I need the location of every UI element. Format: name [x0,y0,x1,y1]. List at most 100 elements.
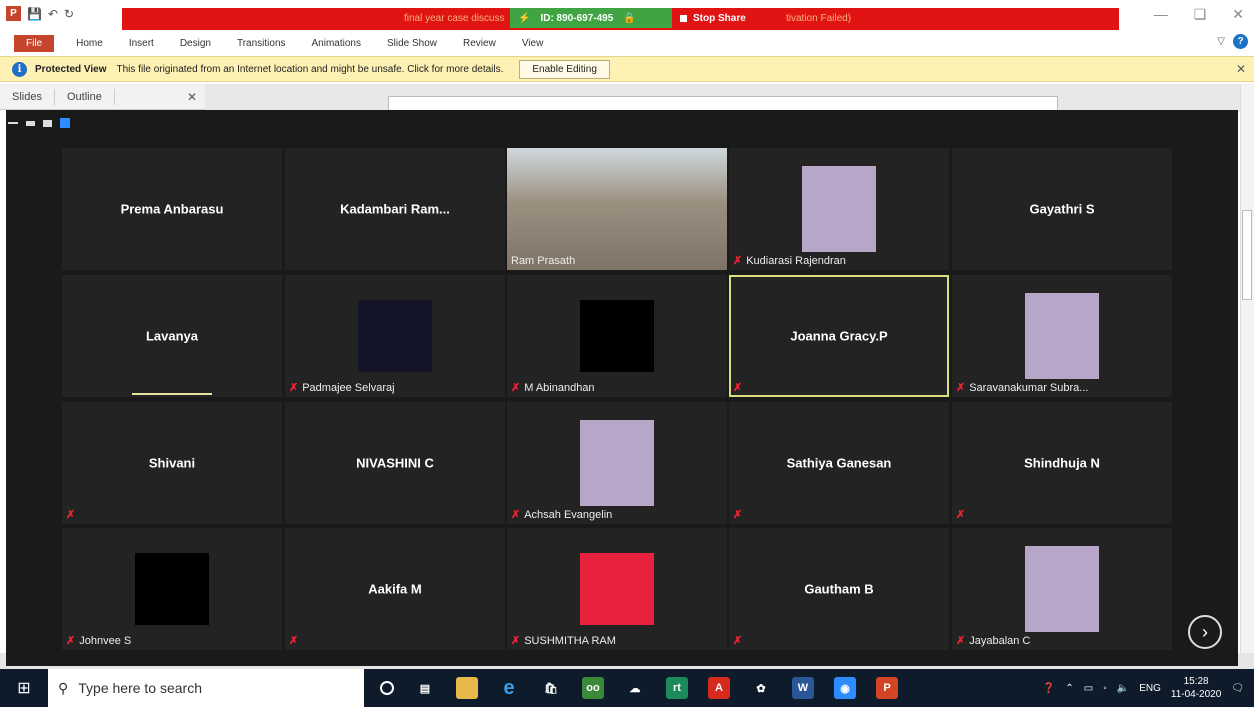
close-bar-icon[interactable]: ✕ [1236,62,1246,76]
edge-icon[interactable]: e [498,677,520,699]
powerpoint-taskbar-icon[interactable]: P [876,677,898,699]
system-tray: ❓ ⌃ ▭ ◦ 🔈 ENG 15:28 11-04-2020 🗨 [1043,669,1244,707]
muted-mic-icon: ✗ [956,382,966,394]
participant-tile[interactable]: ✗ Saravanakumar Subra... [952,275,1172,397]
help-tray-icon[interactable]: ❓ [1043,683,1055,694]
vertical-scrollbar[interactable] [1240,84,1254,654]
participant-tile[interactable]: Joanna Gracy.P ✗ [729,275,949,397]
participant-tile[interactable]: ✗ Achsah Evangelin [507,402,727,524]
search-placeholder: Type here to search [78,680,203,696]
tab-animations[interactable]: Animations [312,38,361,49]
tab-home[interactable]: Home [76,38,103,49]
title-bar: P 💾 ↶ ↻ final year case discuss tivation… [0,0,1254,30]
undo-icon[interactable]: ↶ [48,7,58,21]
language-indicator[interactable]: ENG [1139,683,1161,694]
participant-tile[interactable]: NIVASHINI C [285,402,505,524]
restore-icon[interactable]: ❏ [1194,6,1207,23]
clock-date: 11-04-2020 [1170,689,1222,700]
taskbar-apps: ▤ e 🛍 oo ☁ rt A ✿ W ◉ P [380,677,898,699]
muted-mic-icon: ✗ [511,382,521,394]
store-icon[interactable]: 🛍 [540,677,562,699]
tab-transitions[interactable]: Transitions [237,38,286,49]
participant-tile[interactable]: Sathiya Ganesan ✗ [729,402,949,524]
participant-tile[interactable]: ✗ M Abinandhan [507,275,727,397]
taskbar-search-box[interactable]: ⚲ Type here to search [48,669,364,707]
participant-tile[interactable]: ✗ Padmajee Selvaraj [285,275,505,397]
task-view-icon[interactable]: ▤ [414,677,436,699]
stop-share-button[interactable]: Stop Share [672,8,754,28]
participant-name: Sathiya Ganesan [786,455,892,471]
participant-name: Lavanya [145,328,199,344]
notifications-icon[interactable]: 🗨 [1231,683,1244,694]
collapse-ribbon-icon[interactable]: ▽ [1217,36,1225,47]
speaker-view-icon[interactable] [43,119,52,127]
muted-mic-icon: ✗ [733,255,743,267]
profile-picture [1025,293,1099,379]
tripadvisor-icon[interactable]: oo [582,677,604,699]
participant-tile[interactable]: Gayathri S [952,148,1172,270]
meeting-id: ID: 890-697-495 [540,12,614,24]
clock-time: 15:28 [1183,676,1209,687]
tab-outline[interactable]: Outline [55,88,115,105]
profile-picture [580,300,654,372]
stop-share-label: Stop Share [693,12,746,24]
acrobat-icon[interactable]: A [708,677,730,699]
strip-view-icon[interactable] [26,120,35,126]
participant-tile[interactable]: ✗ Jayabalan C [952,528,1172,650]
participant-tile[interactable]: Prema Anbarasu [62,148,282,270]
zoom-icon[interactable]: ◉ [834,677,856,699]
protected-view-bar: i Protected View This file originated fr… [0,56,1254,82]
participant-tile[interactable]: Kadambari Ram... [285,148,505,270]
participant-name: NIVASHINI C [356,455,434,471]
participant-tile[interactable]: Shindhuja N ✗ [952,402,1172,524]
file-explorer-icon[interactable] [456,677,478,699]
speaker-icon[interactable]: 🔈 [1117,683,1129,694]
participant-tile[interactable]: ✗ Johnvee S [62,528,282,650]
close-pane-icon[interactable]: ✕ [187,90,197,104]
profile-picture [135,553,209,625]
participant-tile[interactable]: Shivani ✗ [62,402,282,524]
scrollbar-thumb[interactable] [1242,210,1252,300]
tab-view[interactable]: View [522,38,544,49]
participant-label-text: M Abinandhan [524,381,595,394]
meeting-id-badge: ⚡ ID: 890-697-495 🔒 [510,8,672,28]
tab-review[interactable]: Review [463,38,496,49]
help-icon[interactable]: ? [1233,34,1248,49]
participant-tile[interactable]: Lavanya [62,275,282,397]
minimize-view-icon[interactable] [8,122,18,124]
next-page-button[interactable]: › [1188,615,1222,649]
rt-app-icon[interactable]: rt [666,677,688,699]
tab-slides[interactable]: Slides [0,88,55,105]
participant-label: ✗ Johnvee S [66,634,131,648]
tab-design[interactable]: Design [180,38,211,49]
participant-tile[interactable]: Gautham B ✗ [729,528,949,650]
word-icon[interactable]: W [792,677,814,699]
gallery-view-icon[interactable] [60,118,70,128]
cortana-icon[interactable] [380,681,394,695]
protected-view-title: Protected View [35,63,107,75]
muted-mic-icon: ✗ [66,635,76,647]
enable-editing-button[interactable]: Enable Editing [519,59,610,79]
battery-icon[interactable]: ▭ [1084,683,1093,694]
participant-tile[interactable]: ✗ Kudiarasi Rajendran [729,148,949,270]
participant-tile[interactable]: ✗ SUSHMITHA RAM [507,528,727,650]
profile-picture [802,166,876,252]
participant-tile[interactable]: Aakifa M ✗ [285,528,505,650]
network-icon[interactable]: ◦ [1103,683,1107,694]
quick-access-toolbar: P 💾 ↶ ↻ [6,6,74,21]
participant-tile[interactable]: Ram Prasath [507,148,727,270]
save-icon[interactable]: 💾 [27,7,42,21]
tab-insert[interactable]: Insert [129,38,154,49]
windows-start-icon[interactable]: ⊞ [0,678,48,698]
participant-label: ✗ [66,508,75,521]
clock[interactable]: 15:28 11-04-2020 [1171,675,1221,701]
minimize-icon[interactable]: — [1154,6,1168,23]
weather-icon[interactable]: ☁ [624,677,646,699]
close-icon[interactable]: ✕ [1232,6,1244,23]
tab-slide-show[interactable]: Slide Show [387,38,437,49]
tab-file[interactable]: File [14,34,55,52]
redo-icon[interactable]: ↻ [64,7,74,21]
chevron-up-icon[interactable]: ⌃ [1065,683,1073,694]
paint-icon[interactable]: ✿ [750,677,772,699]
protected-view-message[interactable]: This file originated from an Internet lo… [117,64,504,75]
